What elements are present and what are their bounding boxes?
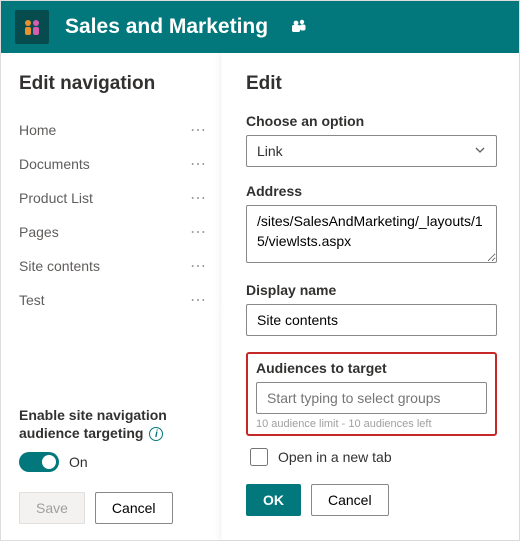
- toggle-state-label: On: [69, 454, 88, 470]
- nav-item-label: Test: [19, 292, 45, 308]
- chevron-down-icon: [474, 143, 486, 159]
- callout-caret-icon: [221, 301, 223, 319]
- nav-list: Home ⋯ Documents ⋯ Product List ⋯ Pages …: [19, 113, 213, 317]
- nav-item-label: Documents: [19, 156, 90, 172]
- more-icon[interactable]: ⋯: [190, 154, 213, 174]
- teams-icon: [290, 17, 308, 38]
- nav-item-label: Home: [19, 122, 56, 138]
- cancel-button[interactable]: Cancel: [95, 492, 173, 524]
- nav-item-product-list[interactable]: Product List ⋯: [19, 181, 213, 215]
- audience-targeting-toggle[interactable]: [19, 452, 59, 472]
- audiences-label: Audiences to target: [256, 360, 487, 376]
- open-new-tab-checkbox[interactable]: [250, 448, 268, 466]
- audiences-section-highlight: Audiences to target 10 audience limit - …: [246, 352, 497, 436]
- more-icon[interactable]: ⋯: [190, 222, 213, 242]
- audience-targeting-label-line2: audience targeting: [19, 425, 143, 441]
- ok-button[interactable]: OK: [246, 484, 301, 516]
- displayname-label: Display name: [246, 282, 497, 298]
- edit-link-panel: Edit Choose an option Link Address Displ…: [221, 53, 519, 540]
- option-label: Choose an option: [246, 113, 497, 129]
- audiences-hint: 10 audience limit - 10 audiences left: [256, 418, 487, 430]
- nav-item-label: Pages: [19, 224, 59, 240]
- more-icon[interactable]: ⋯: [190, 188, 213, 208]
- cancel-button-right[interactable]: Cancel: [311, 484, 389, 516]
- edit-panel-title: Edit: [246, 73, 497, 95]
- app-logo-icon: [15, 10, 49, 44]
- more-icon[interactable]: ⋯: [190, 120, 213, 140]
- address-label: Address: [246, 183, 497, 199]
- edit-navigation-title: Edit navigation: [19, 73, 213, 95]
- nav-item-test[interactable]: Test ⋯: [19, 283, 213, 317]
- nav-item-site-contents[interactable]: Site contents ⋯: [19, 249, 213, 283]
- address-input[interactable]: [246, 205, 497, 263]
- more-icon[interactable]: ⋯: [190, 290, 213, 310]
- option-select[interactable]: Link: [246, 135, 497, 167]
- audiences-input[interactable]: [256, 382, 487, 414]
- app-header: Sales and Marketing: [1, 1, 519, 53]
- audience-targeting-toggle-block: Enable site navigation audience targetin…: [19, 390, 213, 524]
- nav-item-label: Product List: [19, 190, 93, 206]
- more-icon[interactable]: ⋯: [190, 256, 213, 276]
- nav-item-home[interactable]: Home ⋯: [19, 113, 213, 147]
- save-button: Save: [19, 492, 85, 524]
- nav-item-pages[interactable]: Pages ⋯: [19, 215, 213, 249]
- app-title: Sales and Marketing: [65, 15, 268, 39]
- displayname-input[interactable]: [246, 304, 497, 336]
- audience-targeting-label-line1: Enable site navigation: [19, 407, 167, 423]
- nav-item-label: Site contents: [19, 258, 100, 274]
- option-value: Link: [257, 143, 283, 159]
- nav-item-documents[interactable]: Documents ⋯: [19, 147, 213, 181]
- open-new-tab-label: Open in a new tab: [278, 449, 392, 465]
- info-icon[interactable]: i: [149, 427, 163, 441]
- audience-targeting-label: Enable site navigation audience targetin…: [19, 406, 213, 442]
- edit-navigation-panel: Edit navigation Home ⋯ Documents ⋯ Produ…: [1, 53, 221, 540]
